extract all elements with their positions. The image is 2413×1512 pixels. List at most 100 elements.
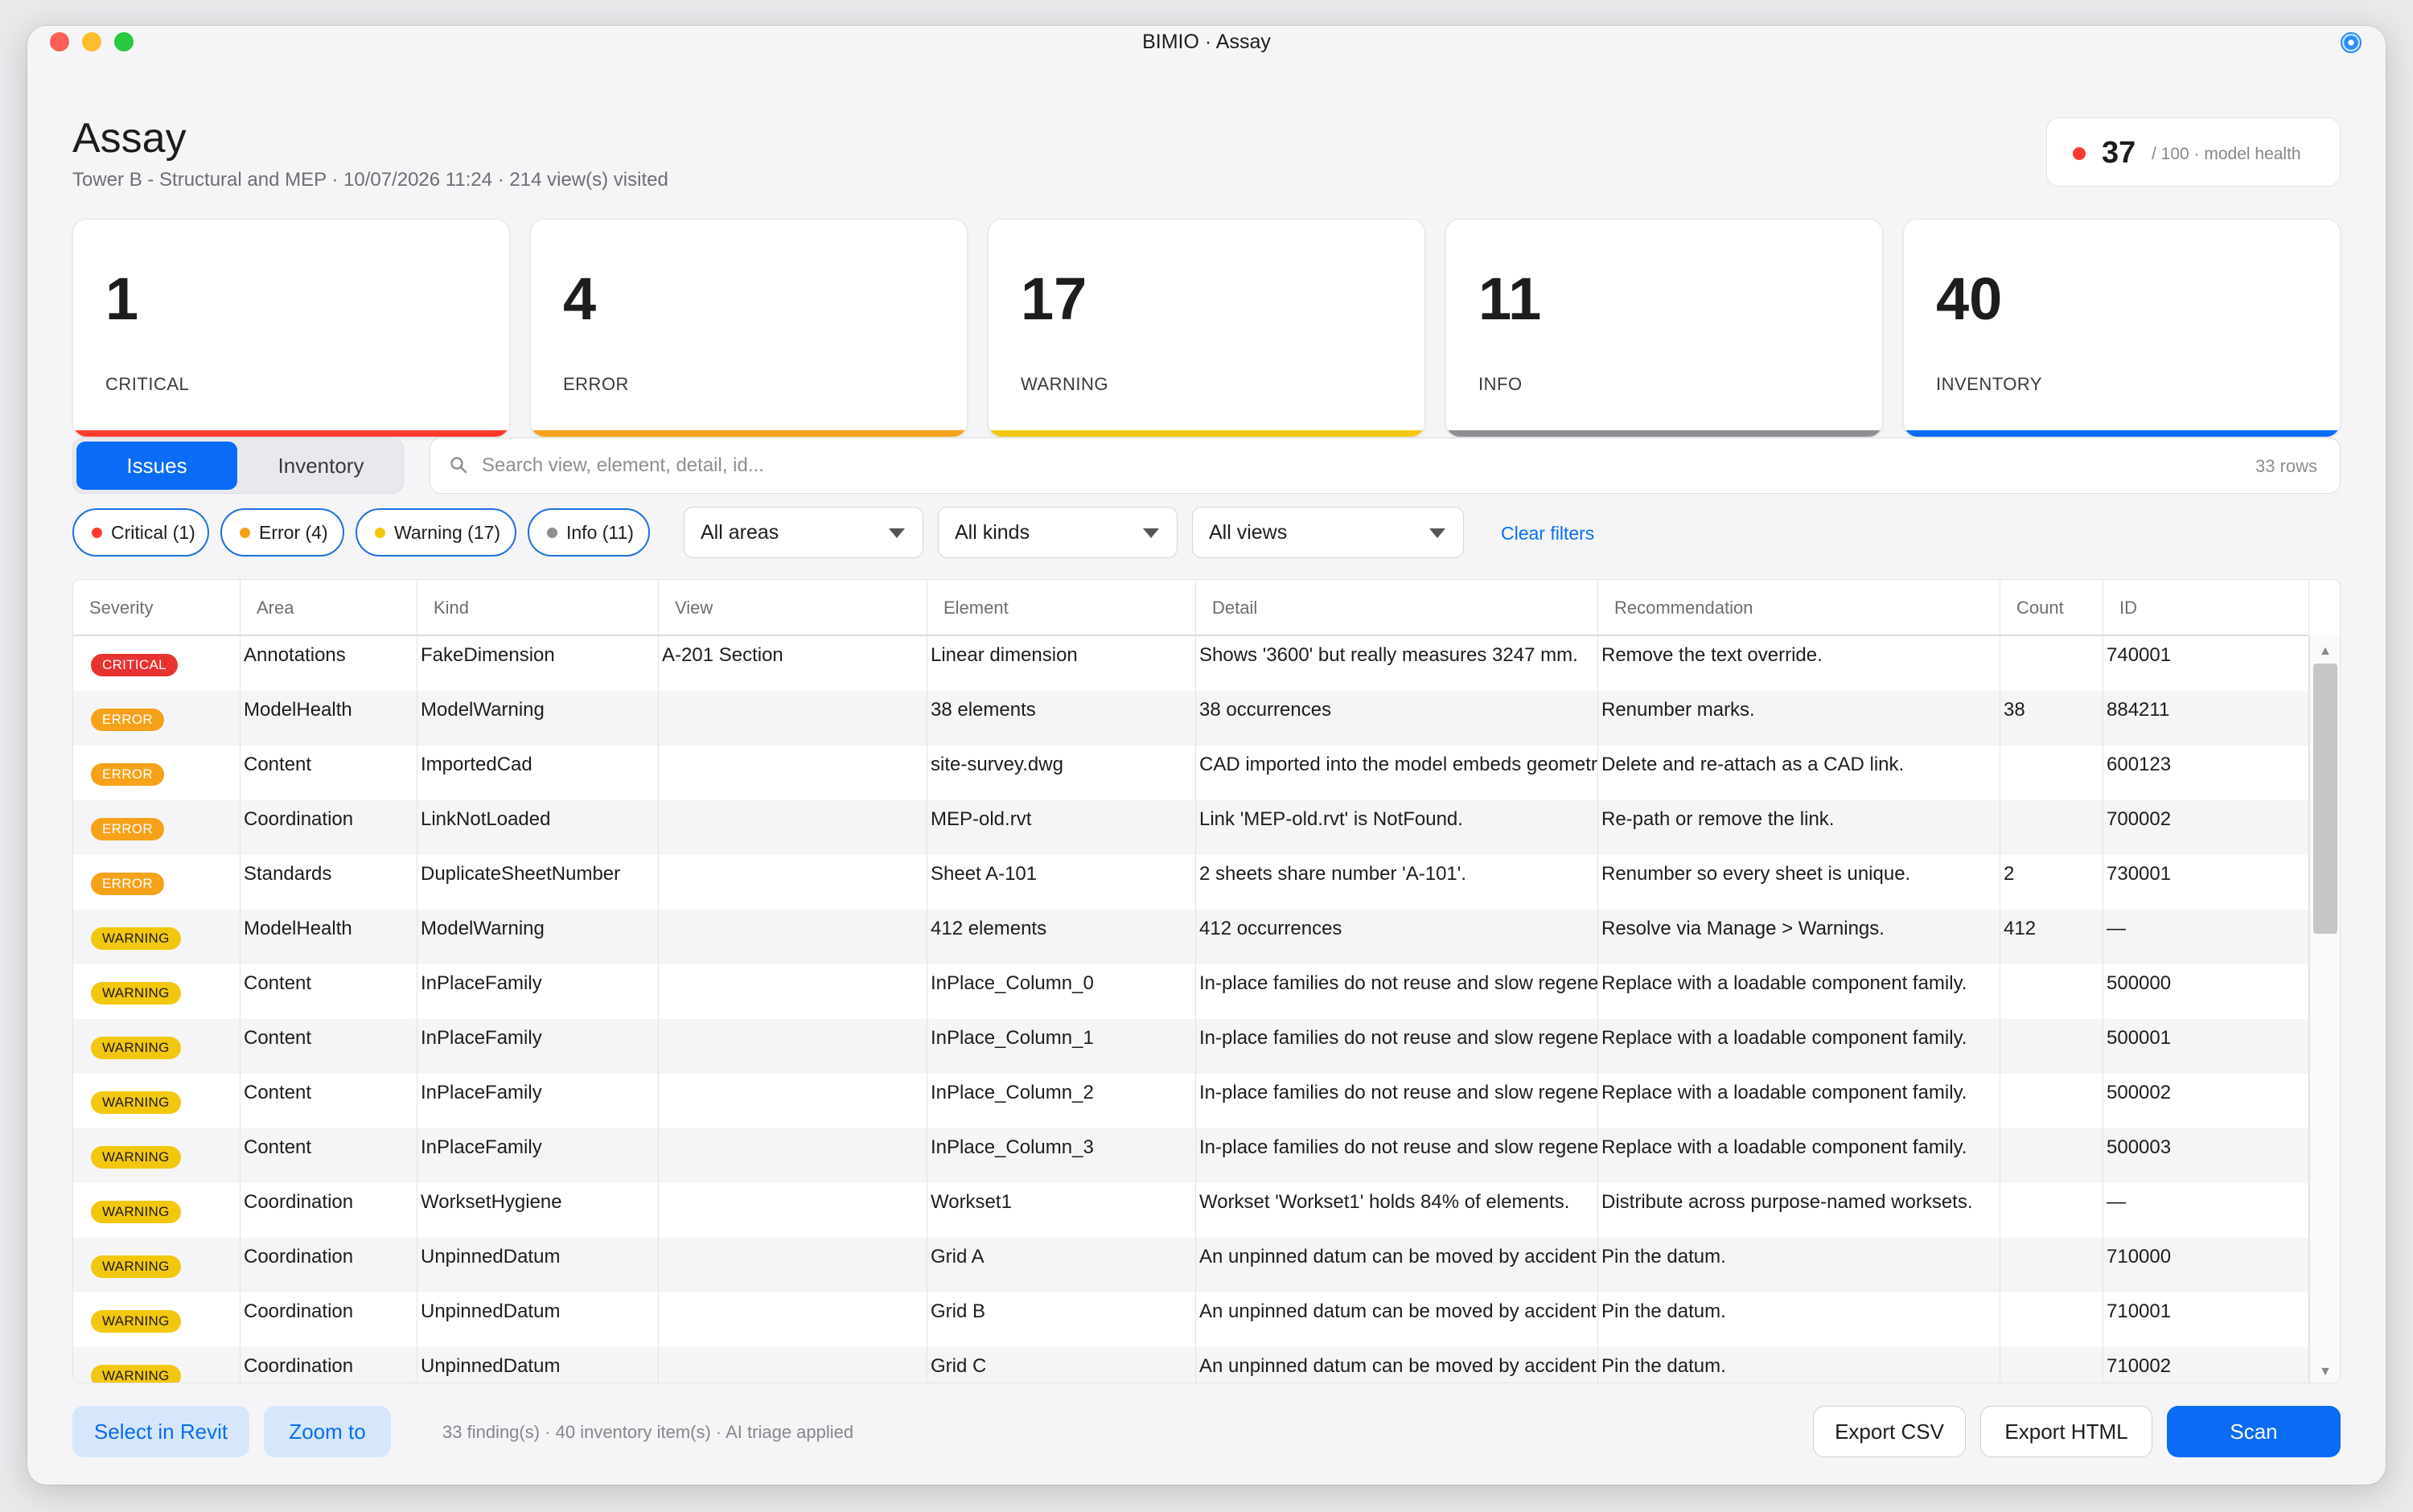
filter-chip-warning[interactable]: Warning (17) xyxy=(356,508,516,557)
scroll-up-arrow-icon[interactable]: ▲ xyxy=(2319,644,2332,659)
clear-filters-link[interactable]: Clear filters xyxy=(1501,523,1594,544)
table-row[interactable]: WARNING Content InPlaceFamily InPlace_Colum… xyxy=(73,1019,2309,1074)
summary-accent-bar xyxy=(989,430,1424,437)
cell-element: Grid A xyxy=(927,1238,1196,1292)
scan-button[interactable]: Scan xyxy=(2167,1406,2341,1457)
cell-id: 730001 xyxy=(2103,855,2309,910)
table-scrollbar[interactable]: ▲ ▼ xyxy=(2309,636,2340,1383)
cell-kind: InPlaceFamily xyxy=(417,1019,659,1074)
cell-element: Grid C xyxy=(927,1347,1196,1383)
cell-kind: UnpinnedDatum xyxy=(417,1292,659,1347)
cell-count xyxy=(2000,1019,2103,1074)
table-row[interactable]: WARNING Coordination UnpinnedDatum Grid B An… xyxy=(73,1292,2309,1347)
column-header-id[interactable]: ID xyxy=(2103,580,2309,636)
column-header-recommendation[interactable]: Recommendation xyxy=(1598,580,2000,636)
cell-area: Content xyxy=(240,1074,417,1128)
table-row[interactable]: WARNING Content InPlaceFamily InPlace_Colum… xyxy=(73,1128,2309,1183)
cell-kind: ModelWarning xyxy=(417,691,659,746)
table-row[interactable]: ERROR Coordination LinkNotLoaded MEP-old.rv… xyxy=(73,800,2309,855)
column-header-view[interactable]: View xyxy=(659,580,927,636)
summary-label: INVENTORY xyxy=(1936,374,2043,394)
cell-element: InPlace_Column_2 xyxy=(927,1074,1196,1128)
chevron-down-icon xyxy=(1429,528,1445,538)
table-row[interactable]: WARNING Content InPlaceFamily InPlace_Colum… xyxy=(73,964,2309,1019)
column-header-element[interactable]: Element xyxy=(927,580,1196,636)
kinds-dropdown[interactable]: All kinds xyxy=(938,507,1178,558)
cell-kind: ImportedCad xyxy=(417,746,659,800)
column-header-count[interactable]: Count xyxy=(2000,580,2103,636)
severity-badge: WARNING xyxy=(91,1146,181,1169)
table-row[interactable]: WARNING Coordination UnpinnedDatum Grid C An… xyxy=(73,1347,2309,1383)
cell-view xyxy=(659,964,927,1019)
filter-chip-error[interactable]: Error (4) xyxy=(220,508,344,557)
search-input[interactable] xyxy=(482,450,2090,482)
cell-detail: 38 occurrences xyxy=(1196,691,1598,746)
tab-inventory[interactable]: Inventory xyxy=(242,442,400,490)
cell-recommendation: Pin the datum. xyxy=(1598,1347,2000,1383)
cell-view xyxy=(659,1238,927,1292)
column-header-area[interactable]: Area xyxy=(240,580,417,636)
severity-badge: WARNING xyxy=(91,1091,181,1114)
cell-view xyxy=(659,1183,927,1238)
cell-kind: UnpinnedDatum xyxy=(417,1238,659,1292)
cell-severity: ERROR xyxy=(73,855,240,910)
table-row[interactable]: WARNING Coordination UnpinnedDatum Grid A An… xyxy=(73,1238,2309,1292)
cell-id: 884211 xyxy=(2103,691,2309,746)
column-header-kind[interactable]: Kind xyxy=(417,580,659,636)
column-header-detail[interactable]: Detail xyxy=(1196,580,1598,636)
chip-label: Critical (1) xyxy=(111,522,195,543)
cell-view xyxy=(659,910,927,964)
cell-id: 740001 xyxy=(2103,636,2309,691)
cell-severity: ERROR xyxy=(73,691,240,746)
summary-card-info[interactable]: 11 INFO xyxy=(1445,219,1883,438)
table-row[interactable]: WARNING Content InPlaceFamily InPlace_Colum… xyxy=(73,1074,2309,1128)
summary-card-warning[interactable]: 17 WARNING xyxy=(988,219,1425,438)
cell-severity: WARNING xyxy=(73,1183,240,1238)
zoom-to-button[interactable]: Zoom to xyxy=(264,1406,391,1457)
summary-card-critical[interactable]: 1 CRITICAL xyxy=(72,219,510,438)
summary-card-error[interactable]: 4 ERROR xyxy=(530,219,968,438)
cell-view xyxy=(659,691,927,746)
summary-accent-bar xyxy=(531,430,967,437)
filter-chip-critical[interactable]: Critical (1) xyxy=(72,508,209,557)
table-row[interactable]: ERROR ModelHealth ModelWarning 38 elements 3… xyxy=(73,691,2309,746)
cell-recommendation: Remove the text override. xyxy=(1598,636,2000,691)
chip-label: Error (4) xyxy=(259,522,328,543)
cell-count xyxy=(2000,1347,2103,1383)
scrollbar-thumb[interactable] xyxy=(2313,664,2337,934)
table-row[interactable]: WARNING Coordination WorksetHygiene Workset… xyxy=(73,1183,2309,1238)
table-row[interactable]: CRITICAL Annotations FakeDimension A-201 Se… xyxy=(73,636,2309,691)
filter-chip-info[interactable]: Info (11) xyxy=(528,508,650,557)
column-header-severity[interactable]: Severity xyxy=(73,580,240,636)
scroll-down-arrow-icon[interactable]: ▼ xyxy=(2319,1365,2332,1379)
summary-count: 40 xyxy=(1936,265,2003,332)
warning-dot-icon xyxy=(375,528,385,538)
cell-kind: InPlaceFamily xyxy=(417,1074,659,1128)
cell-view xyxy=(659,1128,927,1183)
cell-element: Workset1 xyxy=(927,1183,1196,1238)
summary-accent-bar xyxy=(1446,430,1882,437)
cell-id: — xyxy=(2103,910,2309,964)
areas-dropdown[interactable]: All areas xyxy=(684,507,923,558)
chip-label: Info (11) xyxy=(566,522,634,543)
summary-accent-bar xyxy=(1904,430,2340,437)
tab-issues[interactable]: Issues xyxy=(76,442,237,490)
cell-area: ModelHealth xyxy=(240,691,417,746)
summary-card-inventory[interactable]: 40 INVENTORY xyxy=(1903,219,2341,438)
cell-severity: WARNING xyxy=(73,964,240,1019)
select-in-revit-button[interactable]: Select in Revit xyxy=(72,1406,249,1457)
severity-badge: WARNING xyxy=(91,1037,181,1059)
table-row[interactable]: WARNING ModelHealth ModelWarning 412 elemen… xyxy=(73,910,2309,964)
health-label: / 100 · model health xyxy=(2152,145,2301,163)
cell-recommendation: Resolve via Manage > Warnings. xyxy=(1598,910,2000,964)
export-csv-button[interactable]: Export CSV xyxy=(1813,1406,1966,1457)
table-row[interactable]: ERROR Content ImportedCad site-survey.dwg CA… xyxy=(73,746,2309,800)
cell-count xyxy=(2000,1183,2103,1238)
export-html-button[interactable]: Export HTML xyxy=(1980,1406,2152,1457)
cell-element: InPlace_Column_1 xyxy=(927,1019,1196,1074)
cell-id: 710002 xyxy=(2103,1347,2309,1383)
cell-id: 600123 xyxy=(2103,746,2309,800)
views-dropdown[interactable]: All views xyxy=(1192,507,1464,558)
cell-kind: InPlaceFamily xyxy=(417,964,659,1019)
table-row[interactable]: ERROR Standards DuplicateSheetNumber Sheet … xyxy=(73,855,2309,910)
